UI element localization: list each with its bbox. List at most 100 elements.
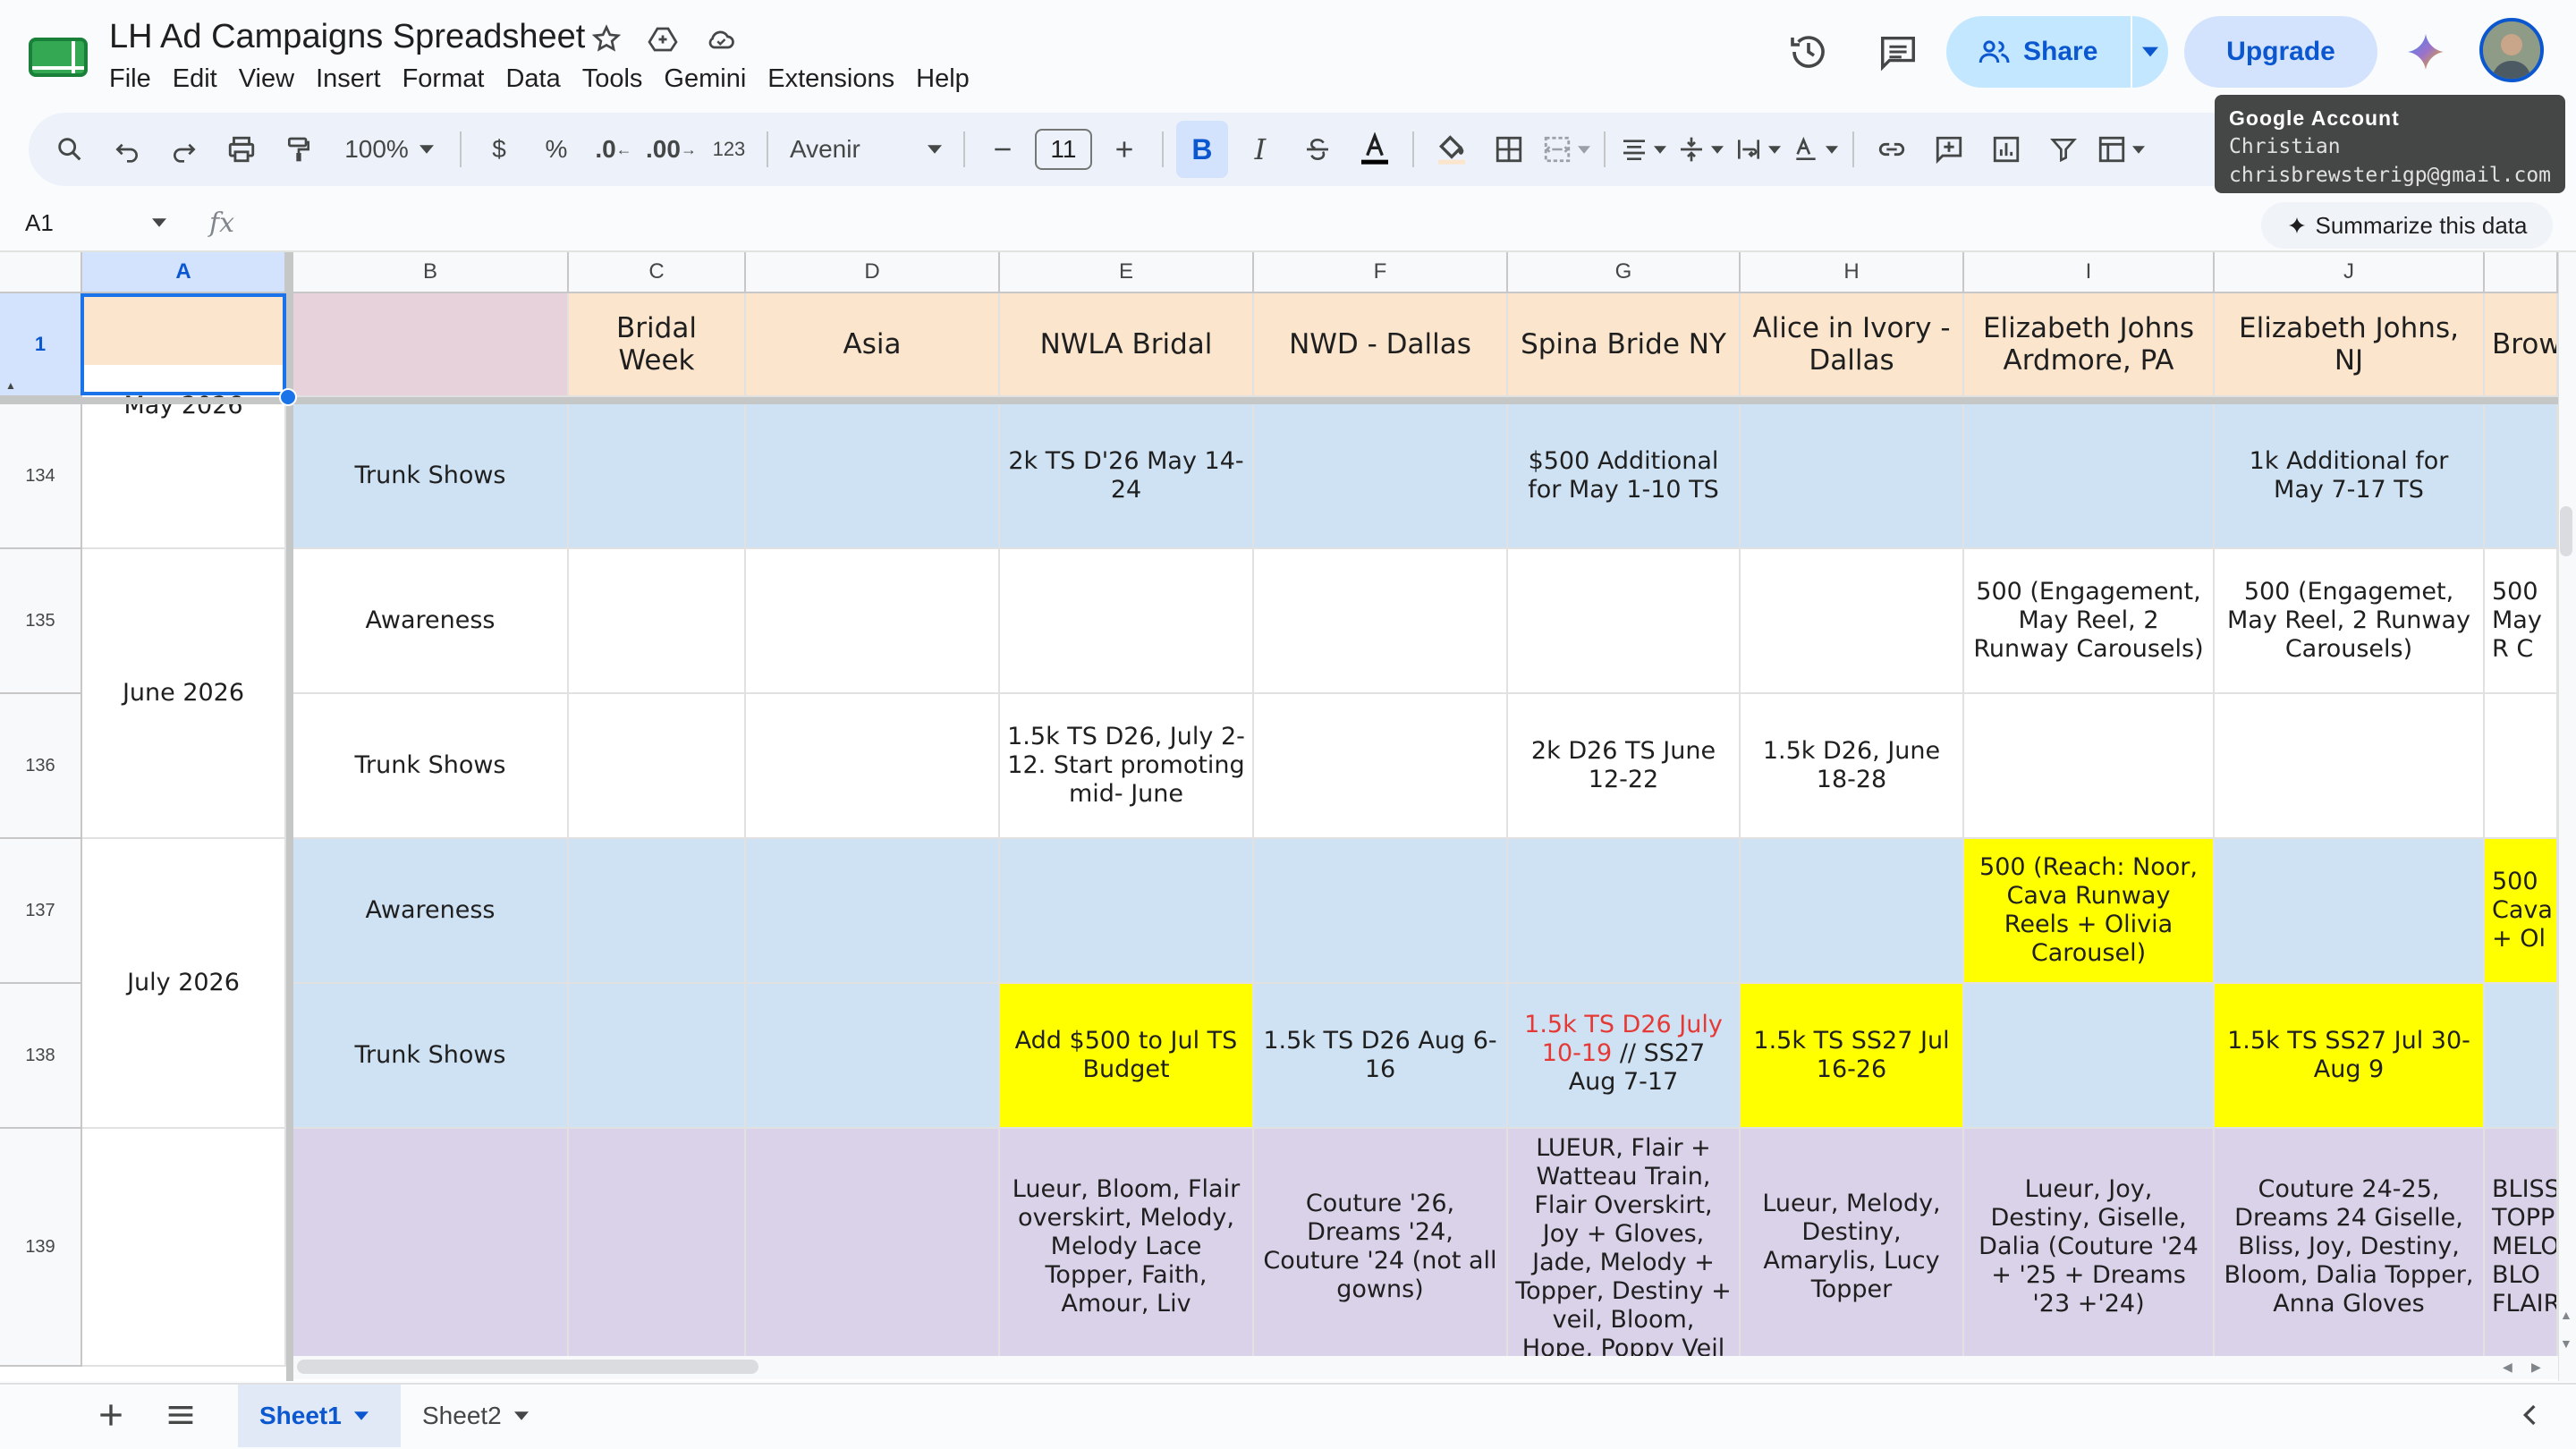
add-sheet-icon[interactable] bbox=[93, 1397, 129, 1433]
column-header-a[interactable]: A bbox=[82, 252, 286, 293]
share-button[interactable]: Share bbox=[1946, 16, 2131, 88]
cell-d135[interactable] bbox=[746, 549, 1000, 694]
column-header-i[interactable]: I bbox=[1964, 252, 2215, 293]
cell-f136[interactable] bbox=[1254, 694, 1508, 839]
font-select[interactable]: Avenir bbox=[781, 121, 951, 178]
row-header-135[interactable]: 135 bbox=[0, 549, 82, 694]
share-options-button[interactable] bbox=[2132, 16, 2168, 88]
cell-h1[interactable]: Alice in Ivory - Dallas bbox=[1741, 293, 1964, 397]
cell-c137[interactable] bbox=[569, 839, 746, 984]
cell-g138[interactable]: 1.5k TS D26 July 10-19 // SS27 Aug 7-17 bbox=[1508, 984, 1741, 1129]
sheet-tab-2[interactable]: Sheet2 bbox=[402, 1385, 555, 1447]
cell-d136[interactable] bbox=[746, 694, 1000, 839]
cell-e136[interactable]: 1.5k TS D26, July 2-12. Start promoting … bbox=[1000, 694, 1254, 839]
horizontal-scroll-thumb[interactable] bbox=[297, 1360, 758, 1374]
cell-j138[interactable]: 1.5k TS SS27 Jul 30-Aug 9 bbox=[2215, 984, 2485, 1129]
comments-icon[interactable] bbox=[1873, 27, 1923, 77]
font-size-field[interactable]: 11 bbox=[1034, 121, 1092, 178]
cell-j134[interactable]: 1k Additional for May 7-17 TS bbox=[2215, 404, 2485, 549]
vertical-align-icon[interactable] bbox=[1675, 121, 1725, 178]
cell-c138[interactable] bbox=[569, 984, 746, 1129]
cell-i134[interactable] bbox=[1964, 404, 2215, 549]
cell-i136[interactable] bbox=[1964, 694, 2215, 839]
more-formats-button[interactable]: 123 bbox=[704, 121, 754, 178]
cell-j137[interactable] bbox=[2215, 839, 2485, 984]
sheets-logo-icon[interactable] bbox=[29, 32, 91, 79]
cell-h136[interactable]: 1.5k D26, June 18-28 bbox=[1741, 694, 1964, 839]
cell-j136[interactable] bbox=[2215, 694, 2485, 839]
cell-k135[interactable]: 500 May R C bbox=[2485, 549, 2558, 694]
cell-d1[interactable]: Asia bbox=[746, 293, 1000, 397]
cell-g1[interactable]: Spina Bride NY bbox=[1508, 293, 1741, 397]
cell-j139[interactable]: Couture 24-25, Dreams 24 Giselle, Bliss,… bbox=[2215, 1129, 2485, 1367]
fill-handle[interactable] bbox=[279, 388, 297, 406]
month-cell-july[interactable]: July 2026 bbox=[82, 839, 286, 1129]
cell-e135[interactable] bbox=[1000, 549, 1254, 694]
column-header-k[interactable] bbox=[2485, 252, 2558, 293]
sheet-tab-1[interactable]: Sheet1 bbox=[238, 1385, 401, 1447]
cell-k1[interactable]: Brow bbox=[2485, 293, 2558, 397]
row-header-138[interactable]: 138 bbox=[0, 984, 82, 1129]
text-color-icon[interactable] bbox=[1350, 121, 1400, 178]
cell-g136[interactable]: 2k D26 TS June 12-22 bbox=[1508, 694, 1741, 839]
cell-c136[interactable] bbox=[569, 694, 746, 839]
strikethrough-icon[interactable] bbox=[1292, 121, 1343, 178]
cell-b137[interactable]: Awareness bbox=[293, 839, 569, 984]
star-icon[interactable] bbox=[590, 23, 626, 59]
cell-k134[interactable] bbox=[2485, 404, 2558, 549]
scroll-down-icon[interactable]: ▼ bbox=[2560, 1336, 2572, 1351]
decrease-font-size-icon[interactable] bbox=[978, 121, 1028, 178]
cell-f137[interactable] bbox=[1254, 839, 1508, 984]
cell-e139[interactable]: Lueur, Bloom, Flair overskirt, Melody, M… bbox=[1000, 1129, 1254, 1367]
cell-b136[interactable]: Trunk Shows bbox=[293, 694, 569, 839]
menu-format[interactable]: Format bbox=[402, 64, 500, 94]
increase-font-size-icon[interactable] bbox=[1099, 121, 1149, 178]
upgrade-button[interactable]: Upgrade bbox=[2184, 16, 2377, 88]
insert-chart-icon[interactable] bbox=[1981, 121, 2031, 178]
column-header-c[interactable]: C bbox=[569, 252, 746, 293]
cell-f138[interactable]: 1.5k TS D26 Aug 6-16 bbox=[1254, 984, 1508, 1129]
column-header-j[interactable]: J bbox=[2215, 252, 2485, 293]
cell-f1[interactable]: NWD - Dallas bbox=[1254, 293, 1508, 397]
cell-k136[interactable] bbox=[2485, 694, 2558, 839]
menu-file[interactable]: File bbox=[109, 64, 166, 94]
move-to-drive-icon[interactable] bbox=[646, 23, 682, 59]
cell-d139[interactable] bbox=[746, 1129, 1000, 1367]
currency-format-button[interactable]: $ bbox=[474, 121, 524, 178]
cell-k139[interactable]: BLISS TOPP MELO BLO FLAIR bbox=[2485, 1129, 2558, 1367]
cell-f135[interactable] bbox=[1254, 549, 1508, 694]
column-header-f[interactable]: F bbox=[1254, 252, 1508, 293]
cell-h139[interactable]: Lueur, Melody, Destiny, Amarylis, Lucy T… bbox=[1741, 1129, 1964, 1367]
all-sheets-menu-icon[interactable] bbox=[163, 1397, 199, 1433]
month-cell-june[interactable]: June 2026 bbox=[82, 549, 286, 839]
name-box[interactable]: A1 bbox=[25, 209, 54, 237]
cell-j1[interactable]: Elizabeth Johns, NJ bbox=[2215, 293, 2485, 397]
undo-icon[interactable] bbox=[102, 121, 152, 178]
row-header-136[interactable]: 136 bbox=[0, 694, 82, 839]
cell-e1[interactable]: NWLA Bridal bbox=[1000, 293, 1254, 397]
cell-i138[interactable] bbox=[1964, 984, 2215, 1129]
cell-b1[interactable] bbox=[293, 293, 569, 397]
redo-icon[interactable] bbox=[159, 121, 209, 178]
fill-color-icon[interactable] bbox=[1427, 121, 1477, 178]
print-icon[interactable] bbox=[216, 121, 267, 178]
column-header-d[interactable]: D bbox=[746, 252, 1000, 293]
cell-d137[interactable] bbox=[746, 839, 1000, 984]
menu-tools[interactable]: Tools bbox=[582, 64, 658, 94]
cell-g139[interactable]: LUEUR, Flair + Watteau Train, Flair Over… bbox=[1508, 1129, 1741, 1367]
cell-k137[interactable]: 500 Cava + Ol bbox=[2485, 839, 2558, 984]
column-header-e[interactable]: E bbox=[1000, 252, 1254, 293]
cell-g134[interactable]: $500 Additional for May 1-10 TS bbox=[1508, 404, 1741, 549]
menu-view[interactable]: View bbox=[239, 64, 309, 94]
cell-i139[interactable]: Lueur, Joy, Destiny, Giselle, Dalia (Cou… bbox=[1964, 1129, 2215, 1367]
cell-c1[interactable]: Bridal Week bbox=[569, 293, 746, 397]
filter-views-icon[interactable] bbox=[2096, 121, 2146, 178]
cell-b139[interactable] bbox=[293, 1129, 569, 1367]
cell-b138[interactable]: Trunk Shows bbox=[293, 984, 569, 1129]
insert-comment-icon[interactable] bbox=[1924, 121, 1974, 178]
vertical-scroll-thumb[interactable] bbox=[2560, 506, 2572, 556]
search-menus-icon[interactable] bbox=[45, 121, 95, 178]
menu-gemini[interactable]: Gemini bbox=[664, 64, 761, 94]
zoom-select[interactable]: 100% bbox=[331, 121, 447, 178]
cell-e137[interactable] bbox=[1000, 839, 1254, 984]
